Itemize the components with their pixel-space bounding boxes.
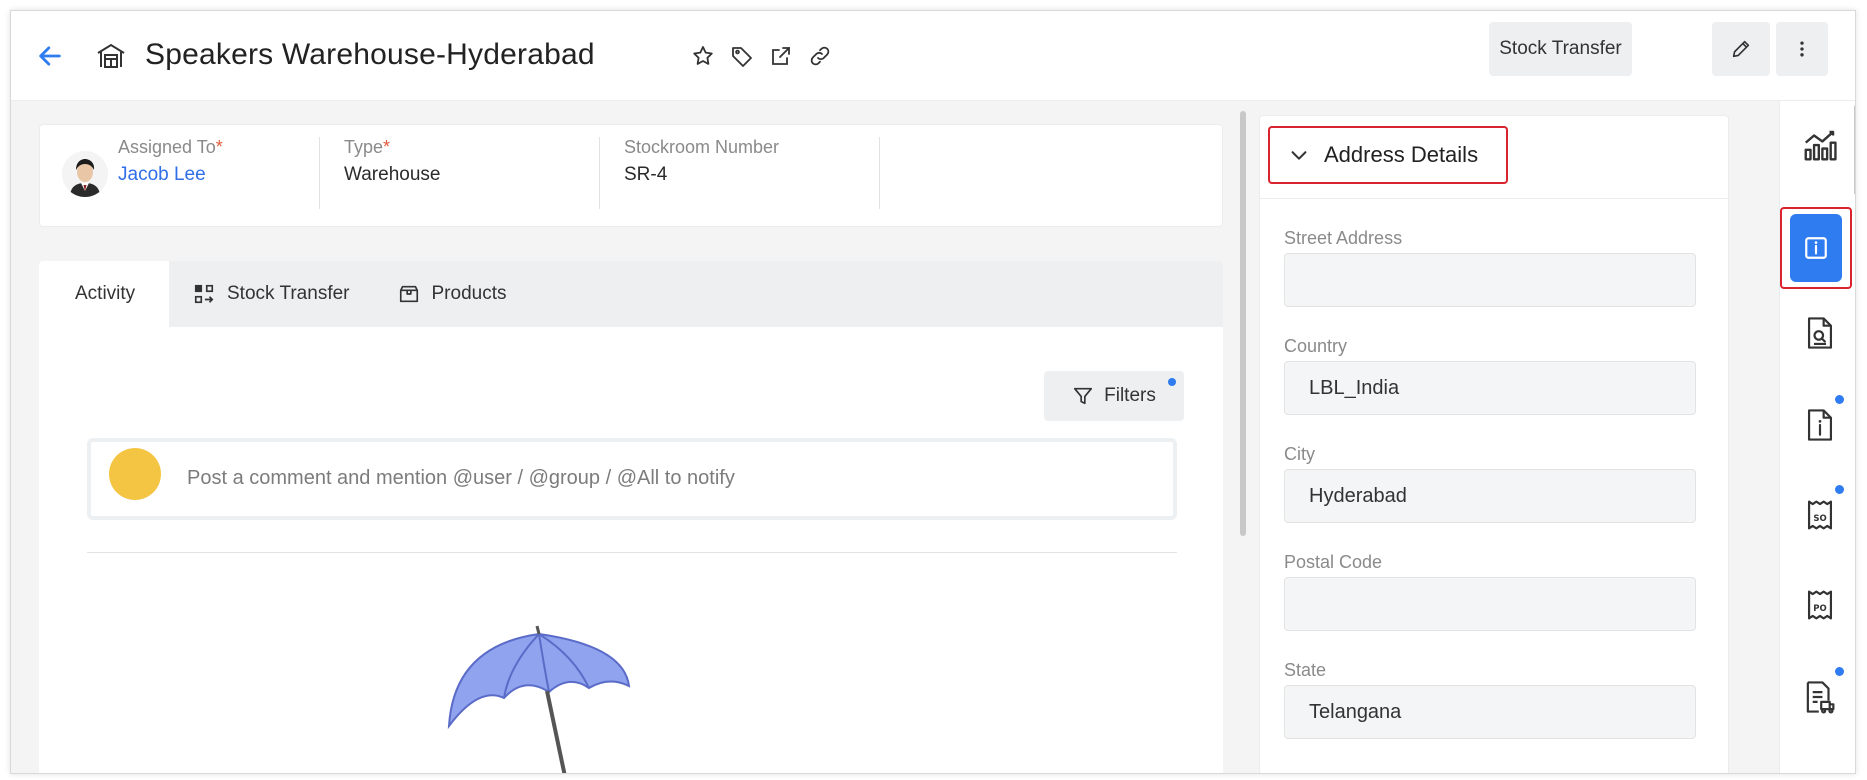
tab-activity[interactable]: Activity [39,261,169,327]
more-vertical-icon [1800,41,1804,57]
tab-bar: Activity Stock Transfer Products [39,261,1223,327]
tabs-panel: Activity Stock Transfer Products Filters [39,261,1223,773]
assigned-to-value[interactable]: Jacob Lee [118,164,319,186]
avatar [62,151,108,197]
record-summary-card: Assigned To* Jacob Lee Type* Warehouse S… [39,124,1223,227]
tag-icon[interactable] [730,44,754,68]
stock-transfer-button[interactable]: Stock Transfer [1489,22,1632,76]
notification-dot [1835,485,1844,494]
comment-input[interactable] [187,460,1147,496]
filters-label: Filters [1104,385,1156,406]
svg-text:PO: PO [1813,604,1826,614]
chevron-down-icon [1291,151,1307,160]
required-marker: * [215,137,223,157]
notification-dot [1835,395,1844,404]
filters-active-dot [1168,378,1176,386]
document-search-icon [1807,317,1833,349]
star-icon[interactable] [691,44,715,68]
stock-transfer-icon [194,284,214,304]
rail-document-info[interactable] [1794,395,1846,451]
country-label: Country [1284,336,1348,356]
street-address-label: Street Address [1284,228,1403,248]
country-input[interactable] [1284,361,1696,415]
umbrella-illustration-icon [447,625,631,773]
tab-label: Products [431,283,507,304]
city-input[interactable] [1284,469,1696,523]
svg-text:SO: SO [1813,514,1826,524]
address-details-panel: Address Details Street Address Country C… [1259,115,1729,773]
tab-label: Stock Transfer [227,283,350,304]
title-actions [691,44,832,68]
sales-order-icon: SO [1807,500,1833,530]
comment-box [87,438,1177,520]
state-field: State [1284,660,1696,739]
postal-code-label: Postal Code [1284,552,1383,572]
warehouse-icon [97,43,125,68]
notification-dot [1835,667,1844,676]
rail-invoice[interactable] [1794,667,1846,723]
tab-products[interactable]: Products [374,261,531,327]
analytics-icon [1804,130,1837,161]
box-icon [399,285,418,303]
document-info-icon [1807,409,1833,441]
type-field: Type* Warehouse [320,137,600,209]
divider [87,552,1177,553]
pencil-icon [1732,40,1750,58]
assigned-to-label: Assigned To [118,137,216,157]
user-avatar-icon [62,151,108,197]
stockroom-number-value: SR-4 [624,164,668,185]
back-arrow-icon [39,46,61,66]
tab-label: Activity [75,283,136,304]
more-options-button[interactable] [1776,22,1828,76]
app-window: Speakers Warehouse-Hyderabad Stock Trans… [10,10,1856,774]
record-header: Speakers Warehouse-Hyderabad Stock Trans… [11,11,1855,101]
right-rail: SO PO [1779,101,1855,773]
address-details-title: Address Details [1324,142,1479,167]
street-address-input[interactable] [1284,253,1696,307]
filter-icon [1074,387,1093,405]
assigned-to-field: Assigned To* Jacob Lee [118,137,320,209]
divider [1260,198,1728,199]
rail-sales-order[interactable]: SO [1794,485,1846,541]
invoice-icon [1806,681,1835,714]
rail-purchase-order[interactable]: PO [1794,579,1846,631]
state-label: State [1284,660,1327,680]
address-details-toggle[interactable]: Address Details [1268,126,1508,184]
postal-code-field: Postal Code [1284,552,1696,631]
scrollbar-thumb[interactable] [1240,111,1246,536]
page-title: Speakers Warehouse-Hyderabad [145,38,595,71]
purchase-order-icon: PO [1807,590,1833,620]
city-field: City [1284,444,1696,523]
external-link-icon[interactable] [769,44,793,68]
rail-info[interactable] [1780,207,1852,289]
main-scrollbar[interactable] [1238,107,1248,547]
street-address-field: Street Address [1284,228,1696,307]
country-field: Country [1284,336,1696,415]
rail-document-search[interactable] [1794,307,1846,359]
filters-button[interactable]: Filters [1044,371,1184,421]
stockroom-number-label: Stockroom Number [624,137,780,157]
postal-code-input[interactable] [1284,577,1696,631]
back-button[interactable] [35,41,65,71]
rail-analytics[interactable] [1794,119,1846,171]
city-label: City [1284,444,1315,464]
required-marker: * [383,137,391,157]
state-input[interactable] [1284,685,1696,739]
type-label: Type [344,137,384,157]
type-value: Warehouse [344,164,441,185]
comment-avatar [109,448,161,500]
link-icon[interactable] [808,44,832,68]
info-icon [1805,237,1827,259]
rail-scrollbar[interactable] [1854,105,1855,195]
stockroom-number-field: Stockroom Number SR-4 [600,137,880,209]
tab-stock-transfer[interactable]: Stock Transfer [169,261,374,327]
edit-button[interactable] [1712,22,1770,76]
